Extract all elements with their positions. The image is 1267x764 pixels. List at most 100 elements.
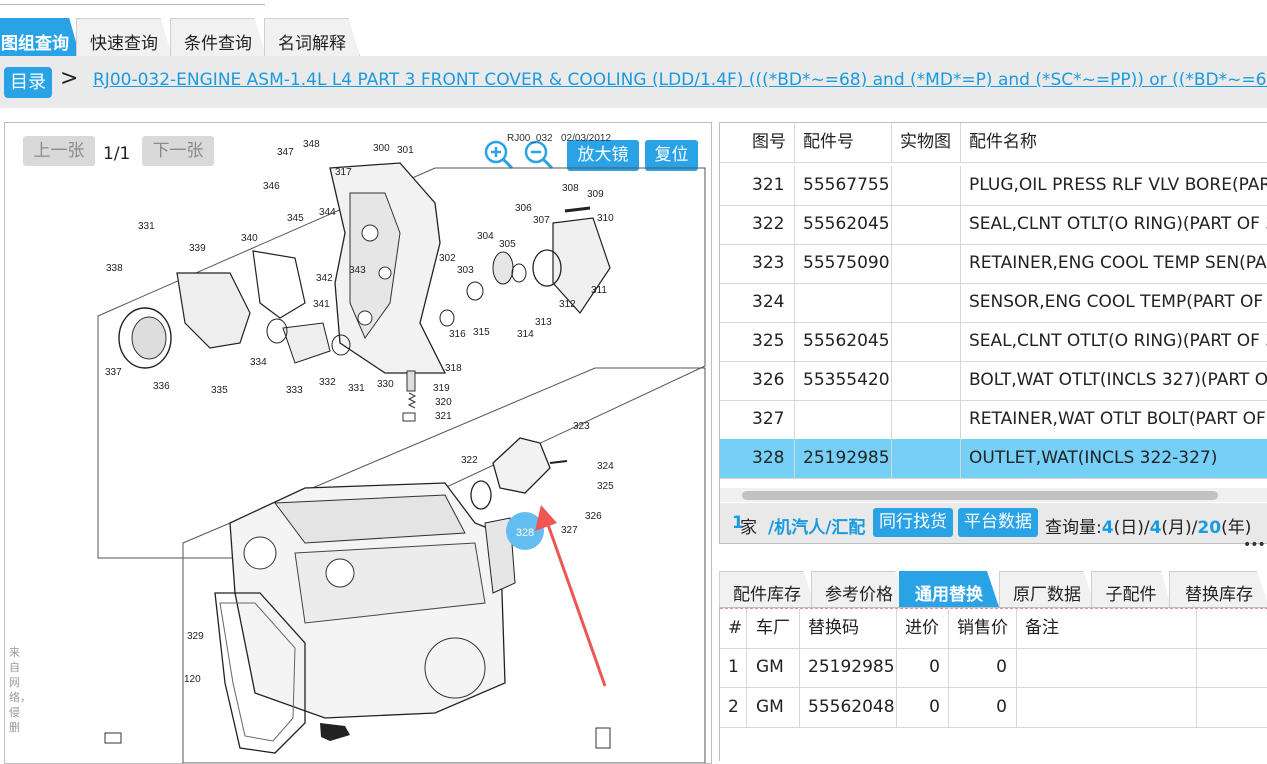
supplier-unit: 家: [740, 518, 757, 538]
engine-exploded-drawing: RJ00_032 02/03/2012 328 347348 300 30131…: [97, 133, 706, 763]
part-name: RETAINER,ENG COOL TEMP SEN(PAR: [969, 253, 1267, 273]
arrow-head-icon: [535, 505, 557, 531]
row-make: GM: [756, 697, 784, 717]
table-row[interactable]: 322 55562045 SEAL,CLNT OTLT(O RING)(PART O…: [720, 205, 1267, 245]
breadcrumb-title-link[interactable]: RJ00-032-ENGINE ASM-1.4L L4 PART 3 FRONT…: [93, 70, 1267, 90]
diagram-callout-label: 342: [316, 273, 333, 284]
col-header-price[interactable]: 销售价: [957, 609, 1008, 648]
detail-tabs: 配件库存 参考价格 通用替换 原厂数据 子配件 替换库存: [719, 571, 1267, 607]
row-replace-code: 55562048: [808, 697, 895, 717]
diagram-callout-label: 320: [435, 397, 452, 408]
col-header-index[interactable]: #: [728, 609, 742, 648]
diagram-callout-label: 331: [348, 383, 365, 394]
diagram-callout-label: 314: [517, 329, 534, 340]
diagram-callout-label: 322: [461, 455, 478, 466]
next-page-button[interactable]: 下一张: [142, 136, 214, 166]
selected-part-callout[interactable]: [506, 512, 544, 550]
row-index: 1: [728, 657, 739, 677]
tab-condition-search[interactable]: 条件查询: [170, 18, 266, 56]
replacement-table: # 车厂 替换码 进价 销售价 备注 1 GM 25192985 0 0 2 GM 55562…: [719, 607, 1267, 761]
diagram-callout-label: 333: [286, 385, 303, 396]
row-cost: 0: [929, 657, 940, 677]
table-row[interactable]: 321 55567755 PLUG,OIL PRESS RLF VLV BORE(P…: [720, 166, 1267, 206]
peer-search-button[interactable]: 同行找货: [873, 508, 953, 537]
part-number: 55575090: [803, 253, 890, 273]
diagram-callout-label: 312: [559, 299, 576, 310]
tab-parts-stock[interactable]: 配件库存: [719, 571, 815, 607]
supplier-names-link[interactable]: /机汽人/汇配: [768, 513, 865, 538]
horizontal-scrollbar[interactable]: [720, 488, 1267, 502]
part-number: 25192985: [803, 448, 890, 468]
zoom-in-icon[interactable]: [483, 139, 515, 171]
diagram-callout-label: 304: [477, 231, 494, 242]
diagram-callout-label: 337: [105, 367, 122, 378]
diagram-callout-label: 343: [349, 265, 366, 276]
diagram-callout-label: 120: [184, 674, 201, 685]
tab-reference-price[interactable]: 参考价格: [811, 571, 907, 607]
magnifier-button[interactable]: 放大镜: [567, 140, 639, 171]
exploded-diagram-panel[interactable]: 上一张 1/1 下一张 放大镜 复位 来自网络，侵删 RJ00_032 02/0…: [4, 122, 712, 764]
diagram-callout-label: 308: [562, 183, 579, 194]
scrollbar-thumb[interactable]: [742, 491, 1218, 500]
part-callout-number: 322: [752, 214, 785, 234]
tab-sub-parts[interactable]: 子配件: [1091, 571, 1171, 607]
col-header-image[interactable]: 实物图: [900, 123, 951, 162]
col-header-no[interactable]: 图号: [752, 123, 786, 162]
part-name: OUTLET,WAT(INCLS 322-327): [969, 448, 1218, 468]
col-header-cost[interactable]: 进价: [905, 609, 939, 648]
table-row[interactable]: 324 SENSOR,ENG COOL TEMP(PART OF 3: [720, 283, 1267, 323]
diagram-callout-label: 330: [377, 379, 394, 390]
parts-table-header: 图号 配件号 实物图 配件名称: [720, 123, 1267, 163]
table-row[interactable]: 326 55355420 BOLT,WAT OTLT(INCLS 327)(PART…: [720, 361, 1267, 401]
tab-quick-search[interactable]: 快速查询: [76, 18, 172, 56]
tab-glossary[interactable]: 名词解释: [264, 18, 360, 56]
table-row[interactable]: 2 GM 55562048 0 0: [720, 688, 1267, 728]
catalog-home-button[interactable]: 目录: [4, 67, 52, 98]
diagram-callout-label: 302: [439, 253, 456, 264]
part-number: 55562045: [803, 214, 890, 234]
diagram-callout-label: 338: [106, 263, 123, 274]
part-callout-number: 323: [752, 253, 785, 273]
diagram-callout-label: 346: [263, 181, 280, 192]
prev-page-button[interactable]: 上一张: [23, 136, 95, 166]
tab-universal-replacement[interactable]: 通用替换: [899, 571, 999, 607]
part-callout-number: 321: [752, 175, 785, 195]
row-price: 0: [996, 657, 1007, 677]
col-header-replace-code[interactable]: 替换码: [808, 609, 859, 648]
platform-data-button[interactable]: 平台数据: [958, 508, 1038, 537]
diagram-callout-label: 335: [211, 385, 228, 396]
col-header-part-name[interactable]: 配件名称: [969, 123, 1037, 162]
table-row[interactable]: 328 25192985 OUTLET,WAT(INCLS 322-327): [720, 439, 1267, 479]
diagram-callout-label: 331: [138, 221, 155, 232]
part-name: SEAL,CLNT OTLT(O RING)(PART OF 32: [969, 331, 1267, 351]
col-header-part-number[interactable]: 配件号: [803, 123, 854, 162]
more-icon[interactable]: •••: [1243, 537, 1266, 553]
diagram-callout-label: 321: [435, 411, 452, 422]
col-header-note[interactable]: 备注: [1025, 609, 1059, 648]
diagram-callout-label: 327: [561, 525, 578, 536]
parts-summary-bar: 1 家 /机汽人/汇配 同行找货 平台数据 查询量:4(日)/4(月)/20(年…: [720, 503, 1267, 543]
part-name: RETAINER,WAT OTLT BOLT(PART OF: [969, 409, 1266, 429]
diagram-callout-label: 334: [250, 357, 267, 368]
diagram-callout-label: 347: [277, 147, 294, 158]
table-row[interactable]: 325 55562045 SEAL,CLNT OTLT(O RING)(PART O…: [720, 322, 1267, 362]
diagram-callout-label: 316: [449, 329, 466, 340]
chevron-right-icon: >: [60, 66, 79, 91]
tab-oem-data[interactable]: 原厂数据: [999, 571, 1095, 607]
parts-table: 图号 配件号 实物图 配件名称 321 55567755 PLUG,OIL PRES…: [719, 122, 1267, 544]
row-make: GM: [756, 657, 784, 677]
table-row[interactable]: 327 RETAINER,WAT OTLT BOLT(PART OF: [720, 400, 1267, 440]
part-name: SENSOR,ENG COOL TEMP(PART OF 3: [969, 292, 1267, 312]
reset-button[interactable]: 复位: [645, 140, 698, 171]
part-callout-number: 328: [752, 448, 785, 468]
diagram-callout-label: 329: [187, 631, 204, 642]
diagram-callout-label: 305: [499, 239, 516, 250]
query-stats: 查询量:4(日)/4(月)/20(年): [1045, 518, 1252, 538]
diagram-callout-label: 300: [373, 143, 390, 154]
zoom-out-icon[interactable]: [523, 139, 555, 171]
tab-replacement-stock[interactable]: 替换库存: [1169, 571, 1267, 607]
table-row[interactable]: 323 55575090 RETAINER,ENG COOL TEMP SEN(PA…: [720, 244, 1267, 284]
tab-diagram-search[interactable]: 图组查询: [0, 18, 80, 56]
col-header-make[interactable]: 车厂: [756, 609, 790, 648]
table-row[interactable]: 1 GM 25192985 0 0: [720, 648, 1267, 688]
